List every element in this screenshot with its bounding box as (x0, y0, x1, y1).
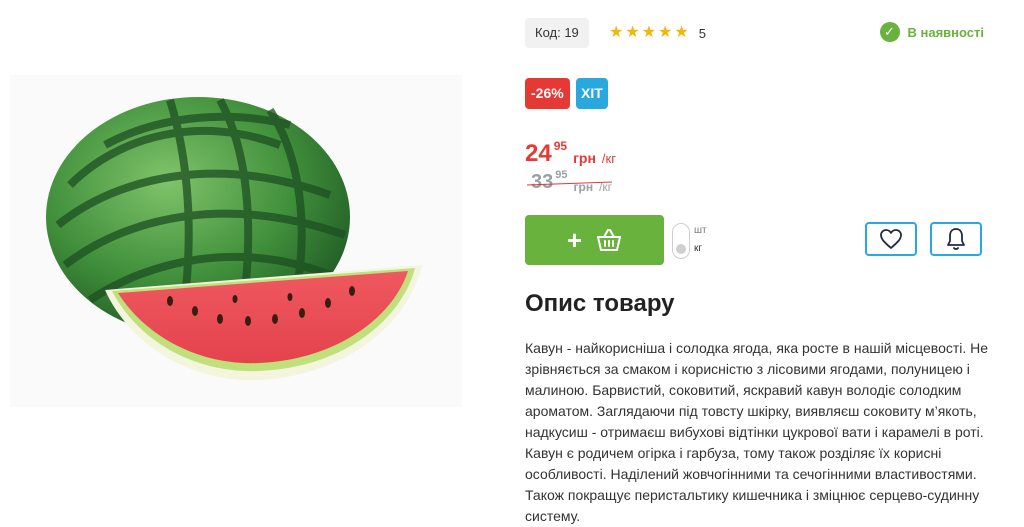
heart-icon (880, 229, 902, 249)
unit-option-kg[interactable]: кг (694, 243, 702, 254)
product-image (10, 75, 462, 407)
notify-button[interactable] (930, 222, 982, 256)
product-code: Код: 19 (525, 18, 589, 48)
price-fraction: 95 (553, 139, 568, 153)
rating-count: 5 (698, 25, 706, 41)
price-unit: /кг (601, 151, 616, 166)
star-icon: ★ (658, 24, 673, 41)
price-currency: грн (573, 150, 596, 166)
star-icon: ★ (609, 24, 624, 41)
description-text: Кавун - найкорисніша і солодка ягода, як… (525, 340, 989, 524)
add-to-cart-button[interactable]: + (525, 215, 664, 265)
old-price: 33 95 грн /кг (527, 169, 612, 194)
unit-toggle[interactable] (672, 223, 690, 259)
current-price: 24 95 грн /кг (525, 140, 616, 168)
toggle-knob (676, 244, 686, 254)
watermelon-image (46, 97, 422, 381)
add-to-favorites-button[interactable] (865, 222, 917, 256)
rating: ★ ★ ★ ★ ★ 5 (609, 24, 706, 42)
description-title: Опис товару (525, 290, 675, 317)
old-price-integer: 33 (531, 171, 554, 193)
basket-icon (597, 229, 622, 251)
stock-status: ✓ В наявності (879, 22, 985, 42)
unit-option-pcs[interactable]: шт (694, 225, 707, 236)
star-icon: ★ (641, 24, 657, 41)
bell-icon (947, 228, 965, 250)
hit-badge: ХІТ (576, 78, 608, 109)
stock-text: В наявності (907, 24, 985, 40)
old-price-fraction: 95 (555, 169, 568, 181)
check-circle-icon: ✓ (879, 22, 900, 42)
sale-badge: -26% (525, 78, 570, 109)
plus-icon: + (566, 225, 583, 255)
price-integer: 24 (525, 140, 552, 167)
star-icon: ★ (674, 24, 689, 41)
star-icon: ★ (625, 24, 640, 41)
